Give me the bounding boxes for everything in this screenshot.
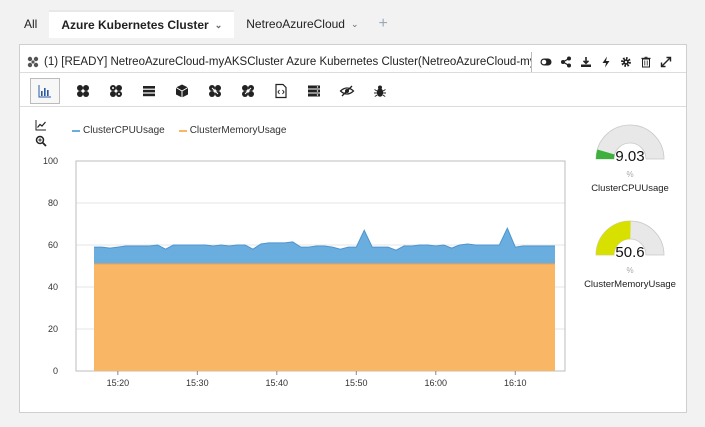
view-toolbar bbox=[20, 75, 686, 107]
series-area-memory bbox=[94, 263, 555, 371]
share-icon[interactable] bbox=[556, 52, 576, 72]
gauges: 9.03 % ClusterCPUUsage 50.6 % ClusterMem… bbox=[580, 117, 680, 309]
bug-icon[interactable] bbox=[363, 76, 396, 106]
y-tick-label: 20 bbox=[48, 324, 58, 334]
tab-azure-kubernetes-cluster[interactable]: Azure Kubernetes Cluster ⌄ bbox=[49, 10, 235, 38]
bar-chart-icon[interactable] bbox=[30, 77, 60, 104]
gauge-unit: % bbox=[626, 266, 634, 275]
hidden-eye-icon[interactable] bbox=[330, 76, 363, 106]
gauge-label: ClusterCPUUsage bbox=[591, 183, 669, 194]
x-tick-label: 16:00 bbox=[425, 378, 448, 388]
tab-label: All bbox=[24, 17, 38, 31]
gauge-value: 9.03 bbox=[615, 148, 645, 165]
y-tick-label: 40 bbox=[48, 282, 58, 292]
panel-title: (1) [READY] NetreoAzureCloud-myAKSCluste… bbox=[44, 55, 532, 68]
x-tick-label: 15:20 bbox=[107, 378, 130, 388]
y-tick-label: 0 bbox=[53, 366, 58, 376]
tab-all[interactable]: All bbox=[12, 10, 49, 38]
toggle-icon[interactable] bbox=[536, 52, 556, 72]
tab-netreo-azure-cloud[interactable]: NetreoAzureCloud ⌄ bbox=[234, 10, 370, 38]
nodes-icon[interactable] bbox=[99, 76, 132, 106]
x-tick-label: 15:40 bbox=[266, 378, 289, 388]
usage-area-chart: 0 20 40 60 80 100 15:20 15:30 15:40 15:50 16:00 16:… bbox=[31, 113, 567, 389]
chevron-down-icon[interactable]: ⌄ bbox=[215, 20, 223, 31]
x-tick-label: 16:10 bbox=[504, 378, 527, 388]
panel-header: (1) [READY] NetreoAzureCloud-myAKSCluste… bbox=[20, 51, 686, 73]
panel-title-container: (1) [READY] NetreoAzureCloud-myAKSCluste… bbox=[26, 51, 532, 72]
chevron-down-icon[interactable]: ⌄ bbox=[351, 19, 359, 30]
trash-icon[interactable] bbox=[636, 52, 656, 72]
y-tick-label: 80 bbox=[48, 198, 58, 208]
server-icon[interactable] bbox=[297, 76, 330, 106]
widget-panel: (1) [READY] NetreoAzureCloud-myAKSCluste… bbox=[19, 44, 687, 413]
cluster-icon[interactable] bbox=[66, 76, 99, 106]
code-file-icon[interactable] bbox=[264, 76, 297, 106]
expand-icon[interactable] bbox=[656, 52, 676, 72]
pods-icon[interactable] bbox=[198, 76, 231, 106]
gauge-unit: % bbox=[626, 170, 634, 179]
add-tab-button[interactable]: + bbox=[371, 10, 396, 38]
x-tick-label: 15:50 bbox=[345, 378, 368, 388]
tab-label: NetreoAzureCloud bbox=[246, 17, 345, 31]
gauge-cpu: 9.03 % ClusterCPUUsage bbox=[580, 117, 680, 213]
download-icon[interactable] bbox=[576, 52, 596, 72]
y-tick-label: 60 bbox=[48, 240, 58, 250]
gauge-value: 50.6 bbox=[615, 244, 645, 261]
x-tick-label: 15:30 bbox=[186, 378, 209, 388]
chart-canvas: 0 20 40 60 80 100 15:20 15:30 15:40 15:50 16:00 16:… bbox=[43, 156, 566, 388]
services-icon[interactable] bbox=[231, 76, 264, 106]
panel-tools bbox=[536, 52, 676, 72]
gauge-label: ClusterMemoryUsage bbox=[584, 279, 676, 290]
gear-icon[interactable] bbox=[616, 52, 636, 72]
list-icon[interactable] bbox=[132, 76, 165, 106]
kubernetes-cluster-icon bbox=[27, 56, 39, 67]
cube-icon[interactable] bbox=[165, 76, 198, 106]
tab-bar: All Azure Kubernetes Cluster ⌄ NetreoAzu… bbox=[12, 10, 693, 38]
y-tick-label: 100 bbox=[43, 156, 58, 166]
tab-label: Azure Kubernetes Cluster bbox=[61, 18, 209, 32]
flash-icon[interactable] bbox=[596, 52, 616, 72]
gauge-memory: 50.6 % ClusterMemoryUsage bbox=[580, 213, 680, 309]
